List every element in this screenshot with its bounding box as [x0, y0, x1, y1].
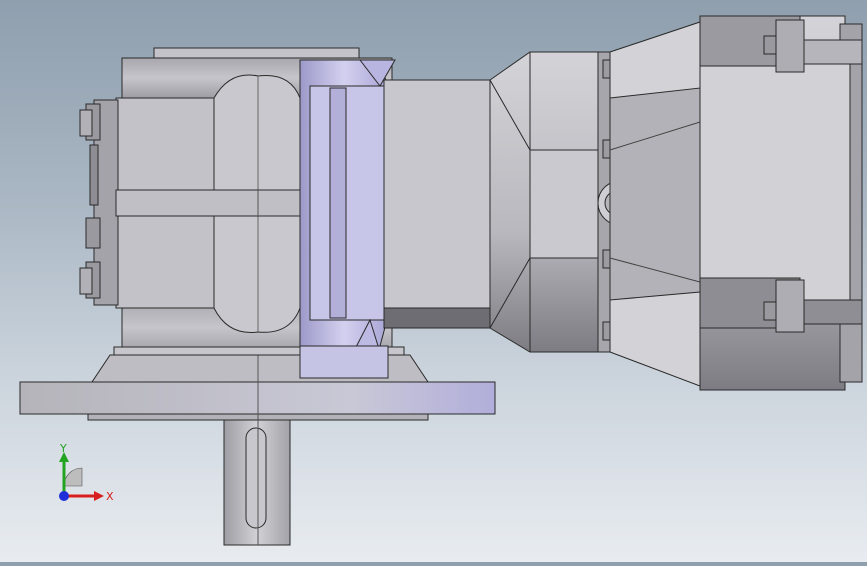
gear-housing[interactable]	[19, 15, 863, 546]
triad-plane	[63, 467, 83, 487]
keyway	[245, 427, 267, 529]
z-axis-dot	[59, 491, 69, 501]
coordinate-triad: Y X	[59, 442, 114, 503]
cad-viewport[interactable]: Y X	[0, 0, 867, 562]
cover-bolt-bottom	[79, 267, 93, 295]
motor-bolt-top	[775, 19, 805, 73]
adapter-housing	[383, 79, 491, 329]
cover-bolt-top	[79, 109, 93, 137]
gearbox-model[interactable]	[0, 0, 867, 562]
x-axis-arrow	[94, 491, 104, 501]
x-axis-label: X	[106, 490, 114, 503]
y-axis-label: Y	[59, 442, 67, 455]
motor-bolt-bottom	[775, 279, 805, 333]
